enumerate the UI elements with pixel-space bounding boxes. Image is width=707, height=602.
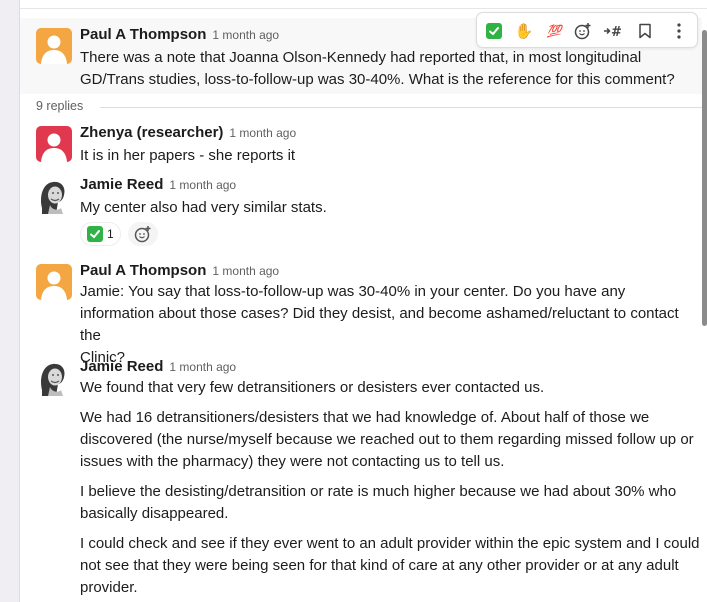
- sender-name[interactable]: Paul A Thompson: [80, 26, 206, 43]
- message-line: Jamie: You say that loss-to-follow-up wa…: [80, 283, 626, 300]
- avatar[interactable]: [36, 264, 72, 300]
- message-body: There was a note that Joanna Olson-Kenne…: [80, 47, 675, 91]
- reply-message[interactable]: Zhenya (researcher) 1 month ago It is in …: [20, 118, 702, 168]
- left-gutter: [0, 0, 20, 602]
- more-actions-icon[interactable]: [667, 19, 691, 43]
- message-line: I could check and see if they ever went …: [80, 535, 700, 552]
- sender-name[interactable]: Zhenya (researcher): [80, 124, 223, 141]
- replies-count: 9 replies: [36, 99, 84, 113]
- profile-photo-icon: [36, 360, 72, 396]
- check-mark-reaction-icon[interactable]: [482, 19, 506, 43]
- message-line: There was a note that Joanna Olson-Kenne…: [80, 49, 642, 66]
- message-body: We found that very few detransitioners o…: [80, 377, 700, 599]
- message-header: Jamie Reed 1 month ago: [80, 176, 236, 194]
- timestamp[interactable]: 1 month ago: [212, 264, 279, 278]
- message-header: Zhenya (researcher) 1 month ago: [80, 124, 296, 142]
- sender-name[interactable]: Paul A Thompson: [80, 262, 206, 279]
- divider-line: [100, 107, 707, 108]
- reply-message[interactable]: Jamie Reed 1 month ago My center also had…: [20, 170, 702, 254]
- reply-message[interactable]: Paul A Thompson 1 month ago Jamie: You sa…: [20, 256, 702, 366]
- avatar[interactable]: [36, 360, 72, 396]
- add-reaction-button[interactable]: [128, 222, 158, 246]
- message-body: It is in her papers - she reports it: [80, 145, 295, 167]
- reaction-count: 1: [107, 227, 114, 241]
- message-header: Jamie Reed 1 month ago: [80, 358, 236, 376]
- add-reaction-icon: [134, 226, 151, 243]
- svg-text:#: #: [611, 25, 622, 39]
- top-divider: [20, 8, 707, 9]
- replies-divider: 9 replies: [36, 98, 707, 116]
- forward-to-channel-icon[interactable]: #: [601, 19, 625, 43]
- message-line: provider.: [80, 579, 138, 596]
- message-header: Paul A Thompson 1 month ago: [80, 26, 279, 44]
- default-user-icon: [41, 35, 67, 64]
- message-line: issues with the pharmacy) they were not …: [80, 453, 505, 470]
- default-user-icon: [41, 133, 67, 162]
- message-line: information about those cases? Did they …: [80, 305, 679, 344]
- message-line: We found that very few detransitioners o…: [80, 379, 545, 396]
- sender-name[interactable]: Jamie Reed: [80, 358, 163, 375]
- raised-hand-reaction-icon[interactable]: ✋: [512, 19, 536, 43]
- sender-name[interactable]: Jamie Reed: [80, 176, 163, 193]
- message-body: My center also had very similar stats.: [80, 197, 327, 219]
- timestamp[interactable]: 1 month ago: [212, 28, 279, 42]
- message-line: My center also had very similar stats.: [80, 199, 327, 216]
- message-actions-toolbar: ✋ 💯 #: [476, 12, 698, 48]
- message-line: GD/Trans studies, loss-to-follow-up was …: [80, 71, 675, 88]
- avatar[interactable]: [36, 178, 72, 214]
- bookmark-icon[interactable]: [633, 19, 657, 43]
- message-line: discovered (the nurse/myself because we …: [80, 431, 694, 448]
- scrollbar-thumb[interactable]: [702, 30, 707, 326]
- profile-photo-icon: [36, 178, 72, 214]
- message-paragraph: I believe the desisting/detransition or …: [80, 481, 700, 525]
- reaction-pill[interactable]: 1: [80, 222, 121, 246]
- message-line: We had 16 detransitioners/desisters that…: [80, 409, 650, 426]
- message-line: It is in her papers - she reports it: [80, 147, 296, 164]
- timestamp[interactable]: 1 month ago: [169, 178, 236, 192]
- message-paragraph: I could check and see if they ever went …: [80, 533, 700, 599]
- hundred-points-reaction-icon[interactable]: 💯: [542, 19, 566, 43]
- message-line: not see that they were being seen for th…: [80, 557, 679, 574]
- message-line: basically disappeared.: [80, 505, 229, 522]
- default-user-icon: [41, 271, 67, 300]
- message-header: Paul A Thompson 1 month ago: [80, 262, 279, 280]
- message-line: I believe the desisting/detransition or …: [80, 483, 677, 500]
- message-paragraph: We found that very few detransitioners o…: [80, 377, 700, 399]
- check-mark-icon: [87, 226, 103, 242]
- message-paragraph: We had 16 detransitioners/desisters that…: [80, 407, 700, 473]
- avatar[interactable]: [36, 126, 72, 162]
- timestamp[interactable]: 1 month ago: [229, 126, 296, 140]
- avatar[interactable]: [36, 28, 72, 64]
- add-reaction-icon[interactable]: [571, 19, 595, 43]
- timestamp[interactable]: 1 month ago: [169, 360, 236, 374]
- reply-message[interactable]: Jamie Reed 1 month ago We found that very…: [20, 352, 702, 602]
